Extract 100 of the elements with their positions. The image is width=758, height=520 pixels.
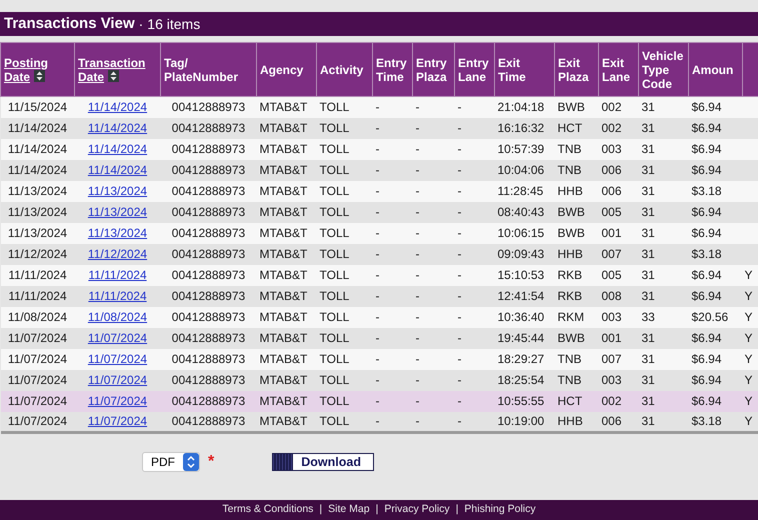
download-button[interactable]: Download bbox=[272, 453, 374, 471]
column-header: Entry Lane bbox=[454, 42, 494, 96]
table-cell: 00412888973 bbox=[160, 222, 256, 244]
transaction-date-link[interactable]: 11/14/2024 bbox=[88, 163, 148, 177]
table-cell: $6.94 bbox=[688, 264, 742, 286]
transaction-date-link[interactable]: 11/13/2024 bbox=[88, 226, 148, 240]
table-cell: - bbox=[372, 328, 412, 348]
sort-icon[interactable] bbox=[34, 70, 46, 82]
table-cell: TOLL bbox=[316, 412, 372, 432]
table-cell: 10:57:39 bbox=[494, 138, 554, 160]
link-separator: | bbox=[376, 502, 378, 518]
table-cell: - bbox=[454, 96, 494, 118]
table-cell: 31 bbox=[638, 202, 688, 222]
transaction-date-link[interactable]: 11/07/2024 bbox=[88, 394, 148, 408]
table-row[interactable]: 11/15/2024 11/14/2024 00412888973 MTAB&T TOLL - - - 21:04:18 BWB 002 31 $6.94 bbox=[0, 96, 758, 118]
table-cell: TOLL bbox=[316, 202, 372, 222]
table-cell: - bbox=[412, 222, 454, 244]
table-cell: 00412888973 bbox=[160, 370, 256, 390]
link-separator: | bbox=[319, 502, 322, 518]
table-cell: - bbox=[454, 222, 494, 244]
table-cell: Y bbox=[742, 286, 758, 306]
table-cell: - bbox=[412, 138, 454, 160]
table-cell: BWB bbox=[554, 222, 598, 244]
table-cell: 10:06:15 bbox=[494, 222, 554, 244]
table-cell: MTAB&T bbox=[256, 222, 316, 244]
table-cell: 09:09:43 bbox=[494, 244, 554, 264]
column-header[interactable]: Transaction Date bbox=[74, 42, 160, 96]
table-cell: BWB bbox=[554, 328, 598, 348]
table-row[interactable]: 11/07/2024 11/07/2024 00412888973 MTAB&T TOLL - - - 10:19:00 HHB 006 31 $3.18 Y bbox=[0, 412, 758, 432]
footer-link[interactable]: Privacy Policy bbox=[384, 502, 450, 518]
transaction-date-link[interactable]: 11/07/2024 bbox=[88, 352, 148, 366]
transaction-date-link[interactable]: 11/07/2024 bbox=[88, 373, 148, 387]
footer-link[interactable]: Terms & Conditions bbox=[222, 502, 314, 518]
table-row[interactable]: 11/14/2024 11/14/2024 00412888973 MTAB&T TOLL - - - 10:57:39 TNB 003 31 $6.94 bbox=[0, 138, 758, 160]
transaction-date-link[interactable]: 11/07/2024 bbox=[88, 414, 148, 428]
transaction-date-link[interactable]: 11/14/2024 bbox=[88, 121, 148, 135]
transaction-date-link[interactable]: 11/11/2024 bbox=[88, 289, 147, 303]
transaction-date-link[interactable]: 11/14/2024 bbox=[88, 100, 148, 114]
table-cell: - bbox=[412, 118, 454, 138]
table-cell: - bbox=[412, 306, 454, 328]
table-cell: HCT bbox=[554, 390, 598, 412]
table-cell: 12:41:54 bbox=[494, 286, 554, 306]
transaction-date-link[interactable]: 11/13/2024 bbox=[88, 205, 148, 219]
sort-icon[interactable] bbox=[108, 70, 120, 82]
table-cell: 00412888973 bbox=[160, 286, 256, 306]
column-header: Tag/ PlateNumber bbox=[160, 42, 256, 96]
table-cell: 31 bbox=[638, 118, 688, 138]
table-cell: HHB bbox=[554, 412, 598, 432]
table-row[interactable]: 11/07/2024 11/07/2024 00412888973 MTAB&T TOLL - - - 10:55:55 HCT 002 31 $6.94 Y bbox=[0, 390, 758, 412]
table-cell: - bbox=[412, 96, 454, 118]
table-cell: HCT bbox=[554, 118, 598, 138]
table-cell: MTAB&T bbox=[256, 370, 316, 390]
footer-link[interactable]: Site Map bbox=[328, 502, 370, 518]
table-cell: $6.94 bbox=[688, 118, 742, 138]
table-row[interactable]: 11/07/2024 11/07/2024 00412888973 MTAB&T TOLL - - - 18:29:27 TNB 007 31 $6.94 Y bbox=[0, 348, 758, 370]
table-cell: 00412888973 bbox=[160, 96, 256, 118]
table-cell: HHB bbox=[554, 180, 598, 202]
table-cell: - bbox=[412, 244, 454, 264]
footer-link[interactable]: Phishing Policy bbox=[464, 502, 536, 518]
table-cell: 11/07/2024 bbox=[0, 370, 74, 390]
table-row[interactable]: 11/11/2024 11/11/2024 00412888973 MTAB&T TOLL - - - 15:10:53 RKB 005 31 $6.94 Y bbox=[0, 264, 758, 286]
transaction-date-link[interactable]: 11/12/2024 bbox=[88, 247, 148, 261]
table-row[interactable]: 11/13/2024 11/13/2024 00412888973 MTAB&T TOLL - - - 11:28:45 HHB 006 31 $3.18 bbox=[0, 180, 758, 202]
table-cell: TOLL bbox=[316, 286, 372, 306]
column-header[interactable]: Posting Date bbox=[0, 42, 74, 96]
table-cell: RKB bbox=[554, 286, 598, 306]
table-cell: 33 bbox=[638, 306, 688, 328]
table-cell: 11/07/2024 bbox=[0, 412, 74, 432]
table-cell: 007 bbox=[598, 348, 638, 370]
table-cell: - bbox=[454, 306, 494, 328]
transaction-date-link[interactable]: 11/07/2024 bbox=[88, 331, 148, 345]
table-cell: - bbox=[412, 264, 454, 286]
table-cell: 31 bbox=[638, 180, 688, 202]
required-mark: * bbox=[208, 452, 214, 472]
table-cell: 11/14/2024 bbox=[0, 160, 74, 180]
table-cell: - bbox=[454, 180, 494, 202]
transaction-date-link[interactable]: 11/14/2024 bbox=[88, 142, 148, 156]
transaction-date-link[interactable]: 11/08/2024 bbox=[88, 310, 148, 324]
table-cell: MTAB&T bbox=[256, 160, 316, 180]
table-cell: MTAB&T bbox=[256, 180, 316, 202]
table-cell: - bbox=[454, 286, 494, 306]
table-cell: 11/15/2024 bbox=[0, 96, 74, 118]
table-cell: - bbox=[454, 244, 494, 264]
format-select[interactable]: PDF bbox=[142, 452, 200, 472]
transaction-date-link[interactable]: 11/11/2024 bbox=[88, 268, 147, 282]
table-cell: MTAB&T bbox=[256, 202, 316, 222]
table-cell: MTAB&T bbox=[256, 264, 316, 286]
table-cell: $6.94 bbox=[688, 370, 742, 390]
transaction-date-link[interactable]: 11/13/2024 bbox=[88, 184, 148, 198]
table-cell: RKB bbox=[554, 264, 598, 286]
table-cell: Y bbox=[742, 390, 758, 412]
table-cell: 00412888973 bbox=[160, 328, 256, 348]
table-cell: TOLL bbox=[316, 328, 372, 348]
table-row[interactable]: 11/08/2024 11/08/2024 00412888973 MTAB&T TOLL - - - 10:36:40 RKM 003 33 $20.56 Y bbox=[0, 306, 758, 328]
table-cell: 31 bbox=[638, 138, 688, 160]
table-cell: $6.94 bbox=[688, 328, 742, 348]
column-header: Exit Lane bbox=[598, 42, 638, 96]
table-cell: $6.94 bbox=[688, 222, 742, 244]
table-row[interactable]: 11/13/2024 11/13/2024 00412888973 MTAB&T TOLL - - - 10:06:15 BWB 001 31 $6.94 bbox=[0, 222, 758, 244]
table-cell: - bbox=[412, 328, 454, 348]
